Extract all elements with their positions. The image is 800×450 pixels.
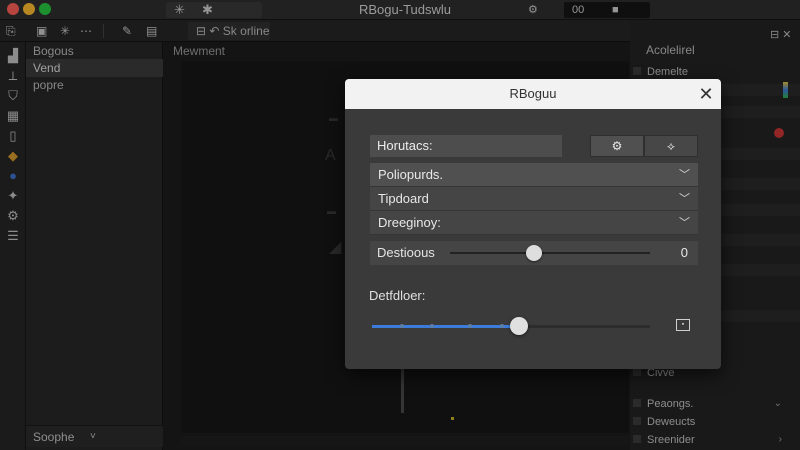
dialog-header: RBoguu ✕	[345, 79, 721, 109]
slider-thumb[interactable]	[526, 245, 542, 261]
dropdown-value: Dreeginoy:	[378, 215, 441, 230]
range-tick	[400, 324, 404, 328]
slider-track[interactable]	[450, 252, 650, 254]
range-thumb[interactable]	[510, 317, 529, 335]
field-label-box: Horutacs:	[370, 135, 562, 157]
range-fill	[372, 325, 520, 328]
slider-label: Destioous	[377, 245, 435, 260]
dropdown-select[interactable]: Poliopurds. ﹀	[370, 163, 698, 187]
gear-icon[interactable]: ⚙	[590, 135, 644, 157]
field-label: Horutacs:	[377, 138, 433, 153]
dropdown-select[interactable]: Dreeginoy: ﹀	[370, 211, 698, 235]
chevron-down-icon: ﹀	[679, 169, 690, 181]
slider-value: 0	[680, 245, 688, 260]
settings-dialog: RBoguu ✕ Horutacs: ⚙ ⟡ Poliopurds. ﹀ Tip…	[345, 79, 721, 369]
chevron-down-icon: ﹀	[679, 193, 690, 205]
dropdown-value: Poliopurds.	[378, 167, 444, 182]
dropdown-value: Tipdoard	[378, 191, 429, 206]
segmented-control: ⚙ ⟡	[590, 135, 698, 157]
range-tick	[500, 324, 504, 328]
slider-row: Destioous 0	[370, 241, 698, 265]
range-tick	[430, 324, 434, 328]
image-icon[interactable]: ▪	[676, 319, 690, 331]
range-tick	[468, 324, 472, 328]
dialog-title: RBoguu	[509, 86, 557, 101]
dropdown-select[interactable]: Tipdoard ﹀	[370, 187, 698, 211]
close-icon[interactable]: ✕	[697, 85, 715, 103]
chevron-down-icon: ﹀	[679, 217, 690, 229]
diamond-icon[interactable]: ⟡	[644, 135, 698, 157]
section-label: Detfdloer:	[369, 288, 426, 303]
